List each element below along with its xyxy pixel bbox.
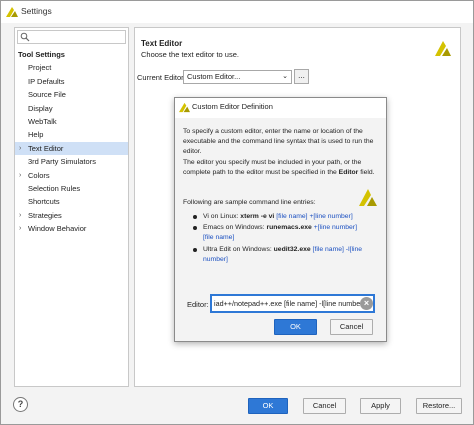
list-item: Emacs on Windows: runemacs.exe +[line nu… bbox=[193, 223, 368, 243]
bullet-icon bbox=[193, 215, 197, 219]
sidebar-item-text-editor[interactable]: › Text Editor bbox=[15, 141, 128, 156]
vivado-logo-icon bbox=[435, 41, 451, 56]
current-editor-label: Current Editor: bbox=[137, 73, 186, 82]
vivado-logo-icon bbox=[179, 102, 190, 113]
cancel-button[interactable]: Cancel bbox=[303, 398, 346, 414]
list-item: Vi on Linux: xterm -e vi [file name] +[l… bbox=[193, 212, 368, 222]
sidebar-item-help[interactable]: Help bbox=[15, 128, 128, 141]
restore-button[interactable]: Restore... bbox=[416, 398, 462, 414]
sidebar-item-label: Window Behavior bbox=[28, 224, 87, 234]
custom-editor-dialog: Custom Editor Definition To specify a cu… bbox=[174, 97, 387, 342]
sidebar-item-label: Help bbox=[28, 130, 44, 140]
sidebar-item-label: Colors bbox=[28, 170, 50, 180]
editor-input[interactable]: iad++/notepad++.exe [file name] -l[line … bbox=[210, 294, 375, 313]
clear-icon[interactable]: × bbox=[360, 297, 373, 310]
list-item: Ultra Edit on Windows: uedit32.exe [file… bbox=[193, 245, 368, 265]
dialog-ok-button[interactable]: OK bbox=[274, 319, 317, 335]
sidebar-item-label: Source File bbox=[28, 90, 66, 100]
page-title: Text Editor bbox=[141, 39, 183, 48]
sidebar-item-source-file[interactable]: Source File bbox=[15, 88, 128, 101]
sidebar-item-label: Display bbox=[28, 103, 53, 113]
sidebar-item-label: Project bbox=[28, 63, 52, 73]
dialog-title-bar: Custom Editor Definition bbox=[175, 98, 386, 118]
samples-intro: Following are sample command line entrie… bbox=[183, 199, 316, 206]
title-bar: Settings bbox=[1, 1, 473, 23]
sidebar-item-3rd-party-simulators[interactable]: 3rd Party Simulators bbox=[15, 155, 128, 168]
sidebar-item-display[interactable]: Display bbox=[15, 102, 128, 115]
bullet-icon bbox=[193, 247, 197, 252]
sidebar-item-webtalk[interactable]: WebTalk bbox=[15, 115, 128, 128]
vivado-logo-icon bbox=[359, 189, 377, 206]
browse-editor-button[interactable]: ... bbox=[294, 69, 309, 84]
dialog-text-bold: Editor bbox=[338, 168, 359, 176]
sidebar-item-ip-defaults[interactable]: IP Defaults bbox=[15, 75, 128, 88]
dialog-title: Custom Editor Definition bbox=[192, 102, 273, 111]
sidebar-item-label: Strategies bbox=[28, 210, 62, 220]
settings-window: Settings Tool Settings Project IP Defaul… bbox=[0, 0, 474, 425]
sidebar-item-label: IP Defaults bbox=[28, 76, 65, 86]
sidebar-item-label: Text Editor bbox=[28, 143, 64, 153]
dialog-paragraph: The editor you specify must be included … bbox=[183, 158, 383, 178]
current-editor-select[interactable]: Custom Editor... ⌄ bbox=[183, 70, 292, 84]
dialog-cancel-button[interactable]: Cancel bbox=[330, 319, 373, 335]
footer-bar: ? OK Cancel Apply Restore... bbox=[1, 391, 473, 424]
sidebar-item-label: Selection Rules bbox=[28, 183, 81, 193]
window-title: Settings bbox=[21, 6, 52, 16]
current-editor-value: Custom Editor... bbox=[187, 72, 241, 81]
dialog-text: The editor you specify must be included … bbox=[183, 158, 362, 176]
apply-button[interactable]: Apply bbox=[360, 398, 401, 414]
sidebar-item-window-behavior[interactable]: › Window Behavior bbox=[15, 222, 128, 235]
chevron-right-icon[interactable]: › bbox=[19, 222, 21, 235]
ok-button[interactable]: OK bbox=[248, 398, 288, 414]
sample-list: Vi on Linux: xterm -e vi [file name] +[l… bbox=[193, 212, 368, 266]
sidebar-item-strategies[interactable]: › Strategies bbox=[15, 209, 128, 222]
sidebar-item-colors[interactable]: › Colors bbox=[15, 169, 128, 182]
tree-section-tool-settings[interactable]: Tool Settings bbox=[15, 48, 128, 61]
dialog-description: To specify a custom editor, enter the na… bbox=[183, 127, 383, 178]
search-input[interactable] bbox=[31, 31, 124, 43]
sample-args: [file name] +[line number] bbox=[274, 213, 353, 220]
chevron-right-icon[interactable]: › bbox=[19, 209, 21, 222]
sidebar-item-label: 3rd Party Simulators bbox=[28, 157, 96, 167]
settings-nav-panel: Tool Settings Project IP Defaults Source… bbox=[14, 27, 129, 387]
search-icon bbox=[20, 32, 30, 42]
sample-prefix: Ultra Edit on Windows: bbox=[203, 245, 274, 253]
sidebar-item-project[interactable]: Project bbox=[15, 61, 128, 74]
vivado-logo-icon bbox=[6, 7, 18, 17]
help-icon[interactable]: ? bbox=[13, 397, 28, 412]
chevron-down-icon: ⌄ bbox=[282, 73, 288, 80]
sample-command: xterm -e vi bbox=[240, 213, 275, 220]
sample-prefix: Emacs on Windows: bbox=[203, 224, 267, 232]
bullet-icon bbox=[193, 226, 197, 231]
sidebar-item-label: Shortcuts bbox=[28, 197, 60, 207]
sample-command: runemacs.exe bbox=[266, 224, 312, 232]
sample-command: uedit32.exe bbox=[273, 245, 311, 253]
dialog-text: field. bbox=[358, 168, 375, 176]
page-subtitle: Choose the text editor to use. bbox=[141, 50, 239, 59]
sidebar-item-shortcuts[interactable]: Shortcuts bbox=[15, 195, 128, 208]
settings-tree: Tool Settings Project IP Defaults Source… bbox=[15, 48, 128, 235]
editor-label: Editor: bbox=[187, 300, 209, 309]
sample-prefix: Vi on Linux: bbox=[203, 213, 241, 220]
sidebar-item-selection-rules[interactable]: Selection Rules bbox=[15, 182, 128, 195]
dialog-paragraph: To specify a custom editor, enter the na… bbox=[183, 128, 374, 156]
sidebar-item-label: WebTalk bbox=[28, 116, 57, 126]
chevron-right-icon[interactable]: › bbox=[19, 169, 21, 182]
chevron-right-icon[interactable]: › bbox=[19, 142, 21, 155]
search-box[interactable] bbox=[17, 30, 126, 44]
